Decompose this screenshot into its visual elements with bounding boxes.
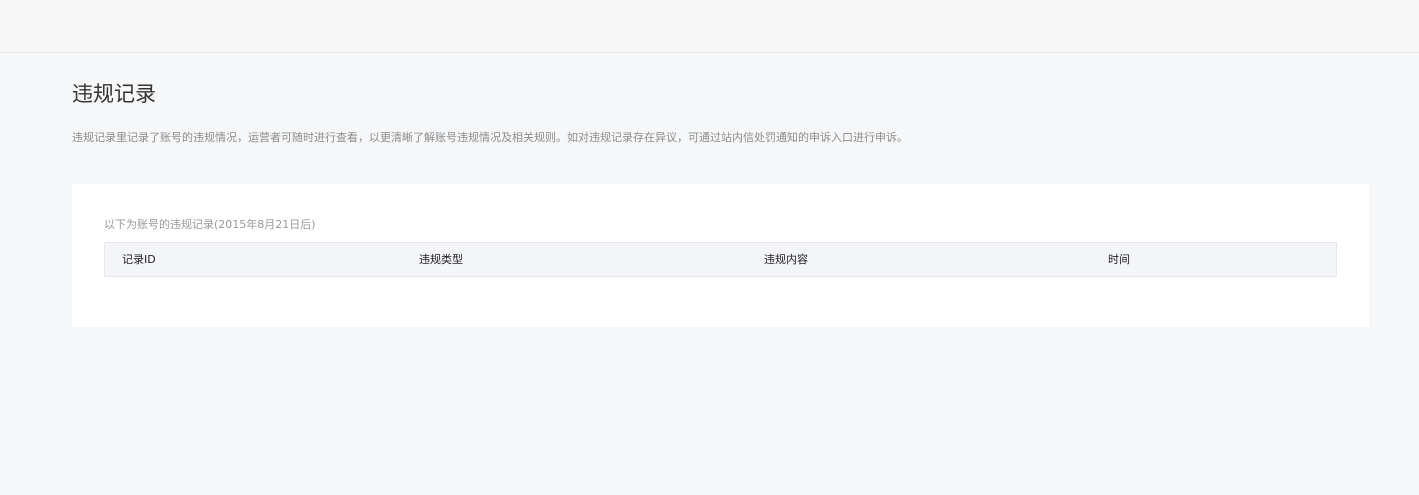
- column-header-record-id: 记录ID: [122, 253, 156, 266]
- column-header-violation-type: 违规类型: [419, 253, 463, 266]
- column-header-violation-content: 违规内容: [764, 253, 808, 266]
- violation-records-card: 以下为账号的违规记录(2015年8月21日后) 记录ID 违规类型 违规内容 时…: [72, 184, 1369, 327]
- main-content: 违规记录 违规记录里记录了账号的违规情况，运营者可随时进行查看，以更清晰了解账号…: [0, 53, 1419, 495]
- page-title: 违规记录: [72, 82, 156, 106]
- column-header-time: 时间: [1108, 253, 1130, 266]
- records-table: 记录ID 违规类型 违规内容 时间: [104, 242, 1337, 277]
- records-caption: 以下为账号的违规记录(2015年8月21日后): [104, 218, 316, 231]
- page-description: 违规记录里记录了账号的违规情况，运营者可随时进行查看，以更清晰了解账号违规情况及…: [72, 131, 908, 144]
- top-bar: [0, 0, 1419, 53]
